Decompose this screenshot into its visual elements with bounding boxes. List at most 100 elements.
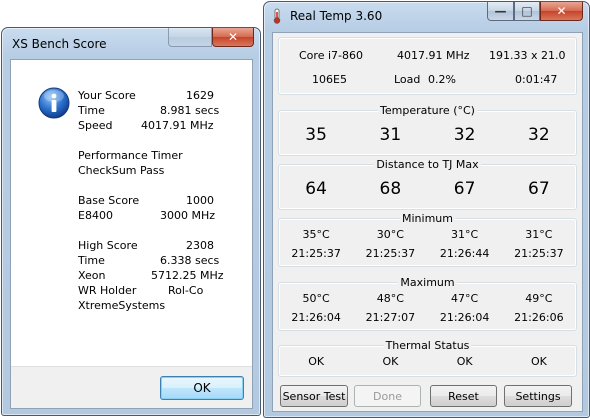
real-temp-content: Core i7-860 4017.91 MHz 191.33 x 21.0 10… [272, 32, 583, 412]
thermal-status-value: OK [308, 355, 325, 368]
result-label: High Score [78, 239, 138, 252]
result-value: 6.338 secs [160, 254, 220, 267]
done-button: Done [354, 385, 421, 407]
max-time: 21:27:07 [365, 311, 416, 324]
min-temp: 30°C [376, 228, 404, 241]
distance-value: 67 [453, 179, 476, 199]
cpu-multiplier: 191.33 x 21.0 [489, 49, 566, 62]
result-value: 1629 [186, 89, 214, 102]
reset-button[interactable]: Reset [430, 385, 497, 407]
xs-bench-title: XS Bench Score [12, 37, 107, 51]
result-label: Time [78, 104, 105, 117]
real-temp-window: Real Temp 3.60 — □ ✕ Core i7-860 4017.91… [263, 1, 590, 418]
sensor-test-button[interactable]: Sensor Test [280, 385, 348, 407]
xs-bench-content: Your Score 1629 Time 8.981 secs Speed 4017.91… [10, 59, 253, 409]
result-label: Speed [78, 119, 113, 132]
result-value: 2308 [186, 239, 214, 252]
max-temp: 49°C [525, 292, 553, 305]
cpu-info-panel: Core i7-860 4017.91 MHz 191.33 x 21.0 10… [278, 37, 577, 95]
cpu-model: Core i7-860 [299, 49, 363, 62]
result-label: E8400 [78, 209, 113, 222]
result-line: Speed 4017.91 MHz [78, 118, 248, 133]
core-temp-value: 32 [528, 125, 550, 145]
thermal-status-value: OK [456, 355, 473, 368]
temperature-panel: Temperature (°C) 35 31 32 32 [278, 104, 577, 156]
result-label: XtremeSystems [78, 299, 166, 312]
min-time: 21:25:37 [514, 247, 564, 260]
uptime: 0:01:47 [515, 73, 558, 86]
result-value: Rol-Co [168, 284, 204, 297]
xs-bench-results: Your Score 1629 Time 8.981 secs Speed 4017.91… [78, 88, 248, 313]
xs-bench-titlebar[interactable]: XS Bench Score ✕ [2, 28, 260, 58]
result-value: 1000 [186, 194, 214, 207]
max-time: 21:26:04 [291, 311, 341, 324]
minimize-button[interactable]: — [487, 2, 514, 21]
real-temp-titlebar[interactable]: Real Temp 3.60 — □ ✕ [264, 2, 589, 32]
close-icon: ✕ [556, 4, 567, 18]
real-temp-title: Real Temp 3.60 [290, 9, 383, 23]
xs-bench-window: XS Bench Score ✕ Your Score 1629 Time 8.981… [1, 27, 261, 416]
min-temp: 31°C [451, 228, 479, 241]
ok-button[interactable]: OK [160, 376, 244, 400]
min-temp: 31°C [525, 228, 553, 241]
result-line: E8400 3000 MHz [78, 208, 248, 223]
result-label: CheckSum Pass [78, 164, 165, 177]
result-line: Base Score 1000 [78, 193, 248, 208]
result-line: WR Holder Rol-Co [78, 283, 248, 298]
result-line: Time 8.981 secs [78, 103, 248, 118]
result-value: 3000 MHz [160, 209, 216, 222]
close-icon: ✕ [227, 30, 239, 44]
result-label: WR Holder [78, 284, 137, 297]
maximize-icon: □ [521, 4, 533, 18]
result-label: Performance Timer [78, 149, 183, 162]
xs-bench-close-button[interactable]: ✕ [212, 28, 254, 47]
result-label: Your Score [78, 89, 136, 102]
thermal-status-panel: Thermal Status OK OK OK OK [278, 339, 577, 377]
info-icon [38, 87, 70, 119]
minimize-icon: — [494, 4, 507, 18]
result-line: XtremeSystems [78, 298, 248, 313]
minimum-title: Minimum [400, 212, 455, 225]
minimum-panel: Minimum 35°C 30°C 31°C 31°C 21:25:37 21:… [278, 212, 577, 267]
result-value: 4017.91 MHz [141, 119, 214, 132]
result-line: Performance Timer [78, 148, 248, 163]
thermal-status-value: OK [530, 355, 547, 368]
settings-label: Settings [515, 389, 561, 403]
result-line: Your Score 1629 [78, 88, 248, 103]
min-time: 21:26:44 [439, 247, 490, 260]
thermometer-icon [273, 8, 281, 24]
thermal-status-value: OK [382, 355, 399, 368]
core-temp-value: 32 [453, 125, 476, 145]
load-value: 0.2% [428, 73, 456, 86]
distance-value: 67 [528, 179, 550, 199]
core-temp-value: 31 [379, 125, 402, 145]
result-label: Xeon [78, 269, 106, 282]
thermal-status-title: Thermal Status [383, 339, 472, 352]
result-line: CheckSum Pass [78, 163, 248, 178]
result-value: 5712.25 MHz [151, 269, 224, 282]
min-time: 21:25:37 [365, 247, 416, 260]
maximize-button[interactable]: □ [514, 2, 540, 21]
result-label: Base Score [78, 194, 140, 207]
real-temp-close-button[interactable]: ✕ [540, 2, 583, 21]
distance-title: Distance to TJ Max [374, 158, 481, 171]
reset-label: Reset [448, 389, 479, 403]
max-temp: 50°C [302, 292, 330, 305]
settings-button[interactable]: Settings [504, 385, 572, 407]
load-label: Load [394, 73, 421, 86]
distance-value: 68 [379, 179, 402, 199]
sensor-test-label: Sensor Test [282, 389, 346, 403]
distance-value: 64 [305, 179, 327, 199]
distance-panel: Distance to TJ Max 64 68 67 67 [278, 158, 577, 210]
done-label: Done [373, 389, 402, 403]
min-time: 21:25:37 [291, 247, 341, 260]
result-label: Time [78, 254, 105, 267]
max-time: 21:26:04 [439, 311, 490, 324]
cpu-stepping: 106E5 [312, 73, 347, 86]
max-time: 21:26:06 [514, 311, 564, 324]
temperature-title: Temperature (°C) [378, 104, 477, 117]
core-temp-value: 35 [305, 125, 327, 145]
ok-button-label: OK [193, 381, 211, 395]
maximum-panel: Maximum 50°C 48°C 47°C 49°C 21:26:04 21:… [278, 276, 577, 331]
